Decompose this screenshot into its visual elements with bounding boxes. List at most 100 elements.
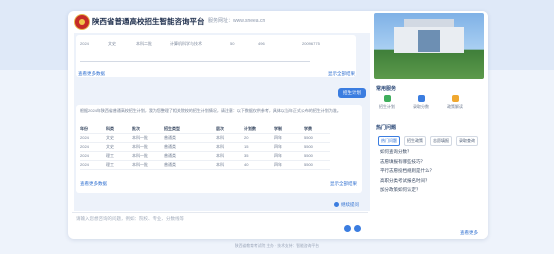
column-header: 招生类型 bbox=[164, 126, 180, 131]
table-row: 2024 文史 本科一批 普通类 本科 20 四年 5500 bbox=[80, 134, 330, 143]
main-card: 陕西省普通高校招生智能咨询平台 服务网址：www.sneea.cn 2024 文… bbox=[68, 11, 488, 239]
hot-questions-title: 热门问题 bbox=[376, 125, 397, 131]
show-all-link[interactable]: 显示全部结果 bbox=[330, 181, 357, 187]
cell: 本科二批 bbox=[136, 41, 152, 46]
quick-item-label: 招生计划 bbox=[379, 104, 395, 109]
cell: 20096775 bbox=[302, 41, 320, 46]
policy-icon bbox=[451, 95, 459, 102]
cell: 50 bbox=[230, 41, 235, 46]
page-footer: 陕西省教育考试院 主办 · 技术支持：智能咨询平台 bbox=[234, 244, 320, 248]
more-link[interactable]: 查看更多 bbox=[460, 230, 478, 236]
question-item[interactable]: 高职分类考试报名时间？ bbox=[380, 178, 484, 188]
cell: 5500 bbox=[304, 153, 313, 158]
question-list: 如何查询分数？ 志愿填报有哪些技巧？ 平行志愿投档规则是什么？ 高职分类考试报名… bbox=[380, 149, 484, 197]
cell: 文史 bbox=[106, 144, 114, 149]
cell: 本科一批 bbox=[132, 162, 148, 167]
table-row: 2024 理工 本科一批 普通类 本科 35 四年 5500 bbox=[80, 152, 330, 161]
cell: 20 bbox=[244, 135, 249, 140]
reply-intro: 根据2024年陕西省普通高校招生计划，我为您整理了相关院校的招生计划情况，请注意… bbox=[80, 108, 341, 113]
continue-ask-button[interactable]: 继续提问 bbox=[334, 202, 359, 208]
column-header: 学制 bbox=[274, 126, 282, 131]
chat-area[interactable]: 2024 文史 本科二批 计算机科学与技术 50 496 20096775 查看… bbox=[74, 33, 370, 211]
column-header: 科类 bbox=[106, 126, 114, 131]
emblem-icon bbox=[74, 14, 90, 30]
cell: 2024 bbox=[80, 162, 89, 167]
question-item[interactable]: 如何查询分数？ bbox=[380, 149, 484, 159]
tab-volunteer[interactable]: 志愿填报 bbox=[430, 136, 452, 146]
quick-item-label: 录取分数 bbox=[413, 104, 429, 109]
cell: 2024 bbox=[80, 41, 89, 46]
cell: 2024 bbox=[80, 135, 89, 140]
cell: 5500 bbox=[304, 144, 313, 149]
cell: 本科一批 bbox=[132, 135, 148, 140]
tab-hot[interactable]: 热门问题 bbox=[378, 136, 400, 146]
user-message: 招生计划 bbox=[338, 88, 366, 98]
cell: 本科 bbox=[216, 144, 224, 149]
cell: 5500 bbox=[304, 162, 313, 167]
table-row: 2024 理工 本科一批 普通类 本科 40 四年 5500 bbox=[80, 161, 330, 170]
question-item[interactable]: 加分政策如何认定？ bbox=[380, 187, 484, 197]
score-icon bbox=[417, 95, 425, 102]
voice-icon[interactable] bbox=[344, 225, 351, 232]
cell: 理工 bbox=[106, 153, 114, 158]
column-header: 学费 bbox=[304, 126, 312, 131]
cell: 理工 bbox=[106, 162, 114, 167]
question-tabs: 热门问题 招生政策 志愿填报 录取查询 bbox=[378, 136, 486, 146]
cell: 四年 bbox=[274, 162, 282, 167]
sidebar: 常用服务 招生计划 录取分数 政策解读 热门问题 热门问题 招生政策 志愿填报 … bbox=[374, 11, 488, 239]
cell: 普通类 bbox=[164, 135, 176, 140]
question-item[interactable]: 平行志愿投档规则是什么？ bbox=[380, 168, 484, 178]
site-title: 陕西省普通高校招生智能咨询平台 bbox=[92, 17, 205, 26]
column-header: 计划数 bbox=[244, 126, 256, 131]
cell: 四年 bbox=[274, 153, 282, 158]
cell: 本科一批 bbox=[132, 144, 148, 149]
cell: 本科 bbox=[216, 162, 224, 167]
cell: 文史 bbox=[108, 41, 116, 46]
cell: 2024 bbox=[80, 144, 89, 149]
show-all-link[interactable]: 显示全部结果 bbox=[328, 71, 355, 77]
cell: 四年 bbox=[274, 144, 282, 149]
assistant-message-1: 2024 文史 本科二批 计算机科学与技术 50 496 20096775 bbox=[76, 35, 356, 77]
cell: 本科 bbox=[216, 135, 224, 140]
table-header: 年份 科类 批次 招生类型 层次 计划数 学制 学费 bbox=[80, 125, 330, 134]
question-input[interactable]: 请输入您想咨询的问题，例如：院校、专业、分数线等 bbox=[72, 212, 368, 235]
cell: 文史 bbox=[106, 135, 114, 140]
cell: 496 bbox=[258, 41, 265, 46]
cell: 5500 bbox=[304, 135, 313, 140]
cell: 2024 bbox=[80, 153, 89, 158]
service-title: 常用服务 bbox=[376, 86, 397, 92]
header: 陕西省普通高校招生智能咨询平台 服务网址：www.sneea.cn bbox=[68, 11, 370, 33]
plan-icon bbox=[383, 95, 391, 102]
cell: 15 bbox=[244, 144, 249, 149]
quick-item-score[interactable]: 录取分数 bbox=[408, 95, 434, 110]
cell: 计算机科学与技术 bbox=[170, 41, 202, 46]
quick-item-policy[interactable]: 政策解读 bbox=[442, 95, 468, 110]
campus-photo bbox=[374, 13, 484, 79]
quick-item-label: 政策解读 bbox=[447, 104, 463, 109]
input-placeholder: 请输入您想咨询的问题，例如：院校、专业、分数线等 bbox=[76, 216, 184, 221]
column-header: 批次 bbox=[132, 126, 140, 131]
cell: 普通类 bbox=[164, 153, 176, 158]
column-header: 年份 bbox=[80, 126, 88, 131]
cell: 四年 bbox=[274, 135, 282, 140]
cell: 35 bbox=[244, 153, 249, 158]
question-item[interactable]: 志愿填报有哪些技巧？ bbox=[380, 159, 484, 169]
table-row: 2024 文史 本科一批 普通类 本科 15 四年 5500 bbox=[80, 143, 330, 152]
tab-admission[interactable]: 录取查询 bbox=[456, 136, 478, 146]
tab-policy[interactable]: 招生政策 bbox=[404, 136, 426, 146]
column-header: 层次 bbox=[216, 126, 224, 131]
divider bbox=[80, 61, 310, 62]
more-data-link[interactable]: 查看更多数据 bbox=[80, 181, 107, 187]
cell: 普通类 bbox=[164, 144, 176, 149]
cell: 40 bbox=[244, 162, 249, 167]
send-icon[interactable] bbox=[354, 225, 361, 232]
building-entrance bbox=[418, 30, 440, 52]
site-subtitle: 服务网址：www.sneea.cn bbox=[208, 18, 266, 24]
more-data-link[interactable]: 查看更多数据 bbox=[78, 71, 105, 77]
cell: 普通类 bbox=[164, 162, 176, 167]
cell: 本科一批 bbox=[132, 153, 148, 158]
cell: 本科 bbox=[216, 153, 224, 158]
quick-item-plan[interactable]: 招生计划 bbox=[374, 95, 400, 110]
assistant-message-2: 根据2024年陕西省普通高校招生计划，我为您整理了相关院校的招生计划情况，请注意… bbox=[76, 105, 362, 193]
quick-services: 招生计划 录取分数 政策解读 bbox=[374, 95, 484, 117]
